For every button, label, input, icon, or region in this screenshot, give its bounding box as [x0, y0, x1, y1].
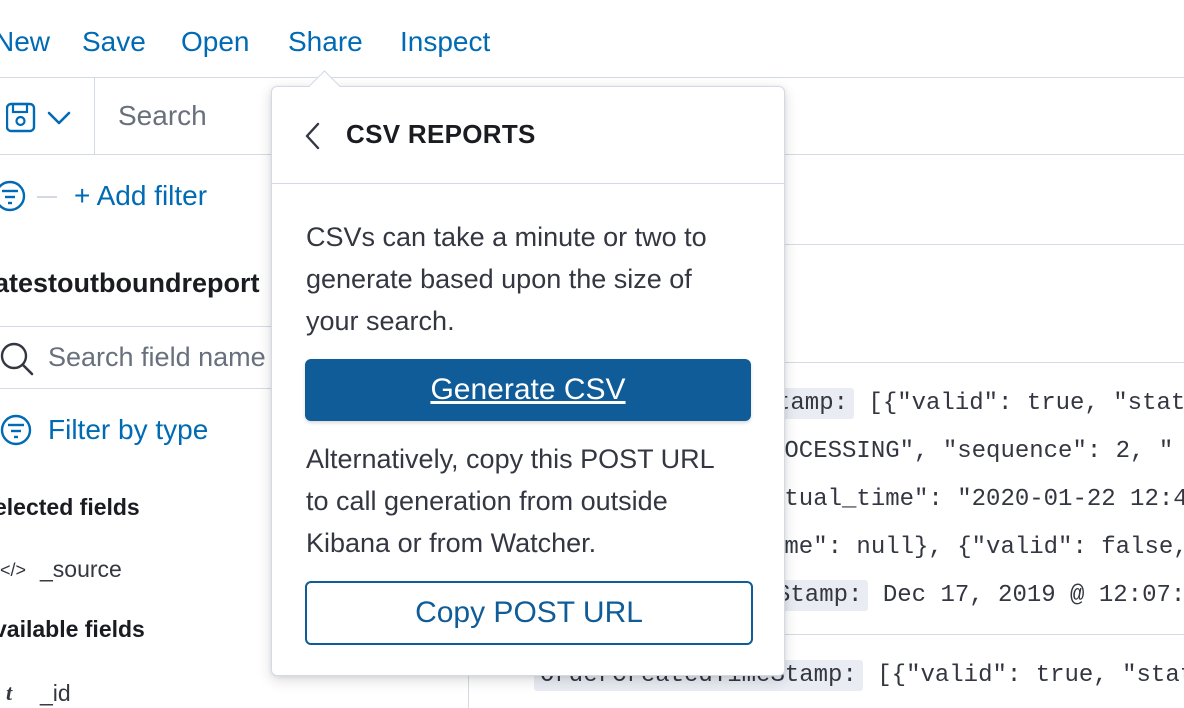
sidebar-divider [0, 326, 272, 327]
field-type-icon: </> [0, 560, 27, 580]
share-popover: CSV REPORTS CSVs can take a minute or tw… [271, 70, 785, 676]
doc-field-value: [{"valid": true, "stat [877, 662, 1184, 689]
index-pattern-title[interactable]: atestoutboundreport [0, 268, 270, 299]
popover-divider [272, 183, 784, 184]
saved-query-button[interactable] [5, 102, 76, 139]
nav-divider [0, 77, 1184, 78]
selected-fields-title: elected fields [0, 494, 140, 520]
popover-description: CSVs can take a minute or two to generat… [306, 216, 766, 342]
string-type-icon: t [6, 680, 13, 705]
share-link[interactable]: Share [288, 26, 363, 58]
alternative-line: Alternatively, copy this POST URL [306, 444, 715, 474]
filter-by-type-button[interactable]: Filter by type [48, 414, 208, 446]
back-button[interactable] [304, 121, 322, 156]
doc-line: ctual_time": "2020-01-22 12:4 [770, 486, 1184, 513]
popover-arrow [308, 70, 341, 103]
description-line: your search. [306, 306, 455, 336]
doc-line: ime": null}, {"valid": false, [770, 534, 1184, 561]
doc-field-value: Dec 17, 2019 @ 12:07: [882, 582, 1184, 609]
sidebar-divider-2 [0, 388, 272, 389]
generate-csv-button[interactable]: Generate CSV [305, 359, 751, 421]
field-id[interactable]: _id [40, 680, 71, 707]
popover-title: CSV REPORTS [346, 119, 536, 149]
available-fields-title: vailable fields [0, 616, 145, 642]
field-source[interactable]: _source [40, 556, 122, 583]
popover-alternative-text: Alternatively, copy this POST URL to cal… [306, 438, 766, 564]
doc-line: tamp: [{"valid": true, "stat [770, 388, 1184, 419]
doc-line: Stamp: Dec 17, 2019 @ 12:07: [770, 580, 1184, 611]
save-link[interactable]: Save [82, 26, 146, 58]
search-icon [0, 342, 34, 381]
open-link[interactable]: Open [181, 26, 250, 58]
save-icon [5, 102, 71, 133]
search-input[interactable]: Search [118, 100, 207, 132]
new-link[interactable]: New [0, 26, 50, 58]
filter-options-icon[interactable] [0, 180, 30, 221]
alternative-line: to call generation from outside [306, 486, 668, 516]
description-line: CSVs can take a minute or two to [306, 222, 707, 252]
copy-post-url-button[interactable]: Copy POST URL [305, 581, 753, 645]
filter-separator [37, 196, 57, 198]
doc-line: ROCESSING", "sequence": 2, " [770, 438, 1174, 465]
filter-type-icon [0, 414, 34, 453]
query-divider [94, 78, 95, 154]
add-filter-button[interactable]: + Add filter [74, 180, 207, 212]
doc-field-value: [{"valid": true, "stat [868, 390, 1184, 417]
chevron-left-icon [305, 122, 320, 150]
search-field-input[interactable]: Search field name [48, 342, 270, 373]
inspect-link[interactable]: Inspect [400, 26, 490, 58]
alternative-line: Kibana or from Watcher. [306, 528, 597, 558]
description-line: generate based upon the size of [306, 264, 692, 294]
